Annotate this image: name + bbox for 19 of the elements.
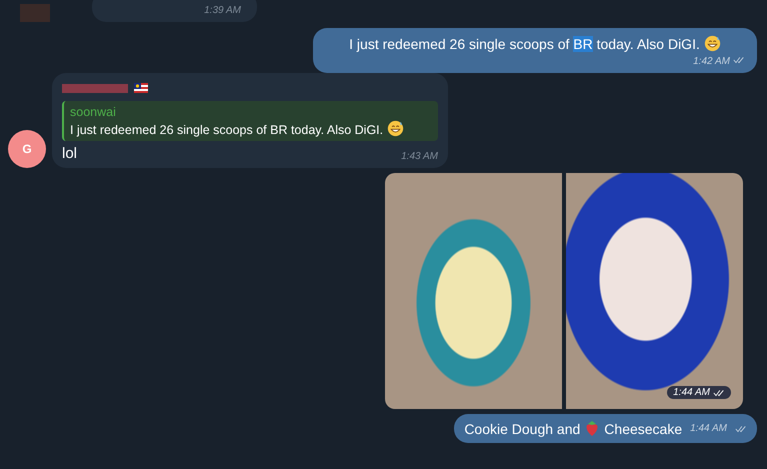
reply-quote[interactable]: soonwai I just redeemed 26 single scoops of BR today. Also DiGI. [62, 101, 438, 141]
message-time: 1:39 AM [204, 5, 241, 16]
strawberry-icon [584, 420, 600, 437]
photo-time-badge: 1:44 AM [667, 386, 731, 399]
quote-text: I just redeemed 26 single scoops of BR today. Also DiGI. [70, 123, 384, 137]
message-text: I just redeemed 26 single scoops of BR today. Also DiGI. [325, 35, 745, 52]
grinning-sweat-icon [704, 35, 721, 52]
photo-placeholder[interactable] [385, 173, 562, 409]
photo-placeholder[interactable] [566, 173, 743, 409]
message-time: 1:44 AM [690, 423, 727, 434]
quote-author: soonwai [70, 105, 117, 119]
message-text: lol [62, 145, 78, 162]
message-text: Cookie Dough and [464, 420, 580, 436]
message-time: 1:43 AM [401, 151, 438, 162]
redacted-name [62, 84, 128, 92]
avatar-placeholder [20, 4, 50, 22]
message-time: 1:42 AM [693, 56, 730, 67]
grinning-sweat-icon [387, 120, 404, 137]
message-text: Cheesecake [604, 420, 682, 436]
